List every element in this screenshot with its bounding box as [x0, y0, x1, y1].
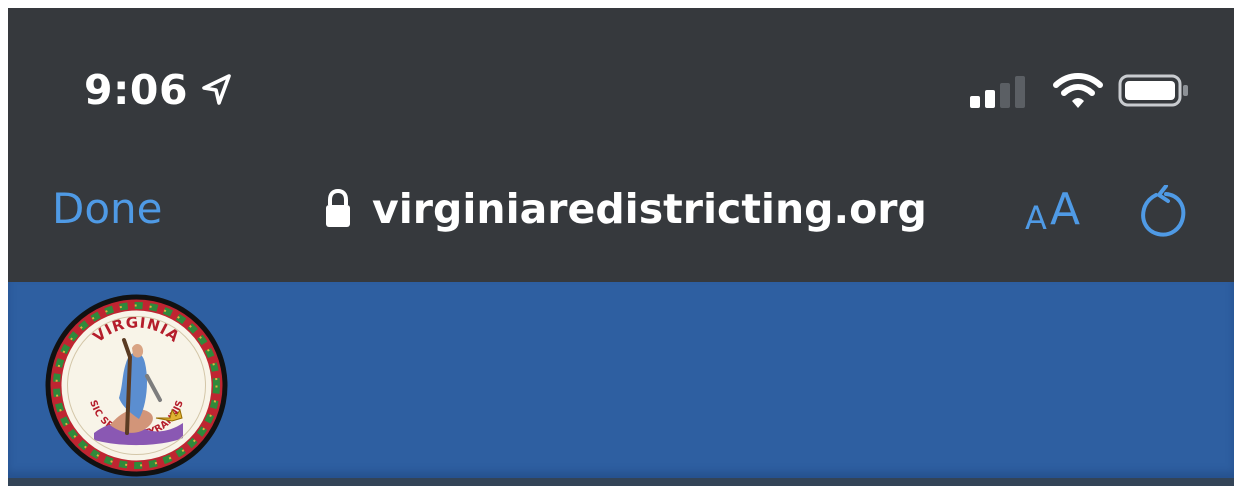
location-arrow-icon [202, 74, 231, 105]
browser-toolbar: Done virginiaredistricting.org A A [8, 153, 1234, 282]
text-size-small-glyph: A [1025, 199, 1047, 237]
text-size-button[interactable]: A A [1025, 187, 1093, 239]
done-button[interactable]: Done [52, 183, 163, 235]
header-bottom-divider [8, 478, 1234, 486]
battery-icon [1118, 74, 1188, 107]
site-header: VIRGINIA SIC SEMPER TYRANNIS [8, 282, 1234, 478]
wifi-icon [1053, 73, 1103, 108]
text-size-large-glyph: A [1050, 184, 1081, 235]
ios-status-bar: 9:06 [8, 8, 1234, 153]
lock-icon [326, 188, 350, 227]
address-display[interactable]: virginiaredistricting.org [322, 181, 927, 237]
site-domain: virginiaredistricting.org [372, 185, 927, 233]
reload-icon[interactable] [1139, 185, 1189, 241]
status-time: 9:06 [84, 66, 188, 114]
mobile-browser-screen: 9:06 Done virginiaredistricting.org A A … [8, 8, 1234, 486]
cellular-signal-icon [970, 76, 1025, 108]
status-icons [970, 65, 1190, 115]
virginia-seal-logo[interactable]: VIRGINIA SIC SEMPER TYRANNIS [44, 293, 229, 478]
